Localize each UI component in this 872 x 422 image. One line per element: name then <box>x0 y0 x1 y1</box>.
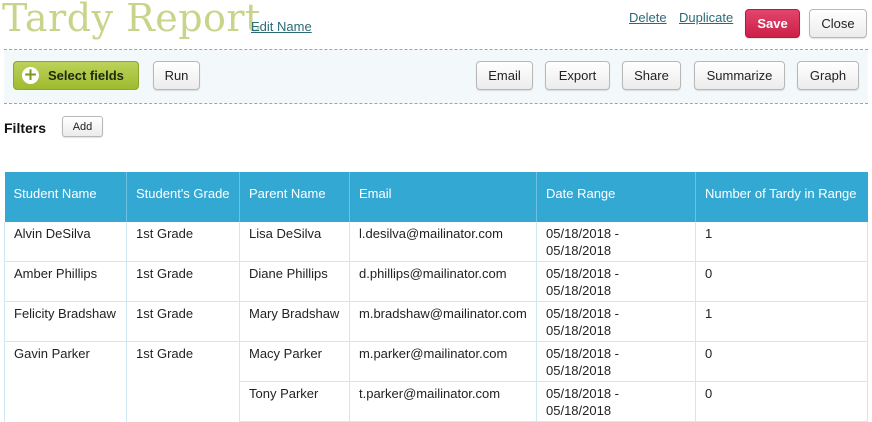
email-cell: m.parker@mailinator.com <box>349 341 537 382</box>
student-name-cell: Alvin DeSilva <box>4 222 127 262</box>
delete-link[interactable]: Delete <box>629 10 667 25</box>
table-header-row: Student Name Student's Grade Parent Name… <box>4 172 868 222</box>
student-name-cell: Amber Phillips <box>4 261 127 302</box>
parent-name-cell: Lisa DeSilva <box>239 222 350 262</box>
share-button[interactable]: Share <box>622 61 681 90</box>
parent-name-cell: Tony Parker <box>239 381 350 422</box>
parent-name-cell: Mary Bradshaw <box>239 301 350 342</box>
export-button[interactable]: Export <box>545 61 610 90</box>
edit-name-link[interactable]: Edit Name <box>251 19 312 34</box>
table-row: Gavin Parker 1st Grade Macy Parker m.par… <box>4 341 868 382</box>
student-name-cell: Gavin Parker <box>4 341 127 382</box>
tardy-count-cell: 1 <box>695 301 868 342</box>
parent-name-cell: Diane Phillips <box>239 261 350 302</box>
table-row: Alvin DeSilva 1st Grade Lisa DeSilva l.d… <box>4 222 868 262</box>
table-row: Tony Parker t.parker@mailinator.com 05/1… <box>4 381 868 422</box>
toolbar-top-divider <box>4 49 868 50</box>
close-button[interactable]: Close <box>809 9 867 38</box>
column-header-student-name[interactable]: Student Name <box>4 172 127 222</box>
student-grade-cell <box>126 381 240 422</box>
date-range-cell: 05/18/2018 - 05/18/2018 <box>536 381 696 422</box>
email-cell: l.desilva@mailinator.com <box>349 222 537 262</box>
tardy-count-cell: 0 <box>695 381 868 422</box>
filters-label: Filters <box>4 120 47 136</box>
student-name-cell <box>4 381 127 422</box>
page-title: Tardy Report <box>2 0 261 40</box>
save-button[interactable]: Save <box>745 9 800 38</box>
run-button[interactable]: Run <box>153 61 200 90</box>
add-filter-button[interactable]: Add <box>62 116 103 137</box>
select-fields-label: Select fields <box>48 68 124 83</box>
toolbar-bottom-divider <box>4 103 868 104</box>
email-cell: t.parker@mailinator.com <box>349 381 537 422</box>
email-cell: m.bradshaw@mailinator.com <box>349 301 537 342</box>
student-grade-cell: 1st Grade <box>126 341 240 382</box>
tardy-count-cell: 0 <box>695 341 868 382</box>
student-name-cell: Felicity Bradshaw <box>4 301 127 342</box>
tardy-count-cell: 1 <box>695 222 868 262</box>
tardy-count-cell: 0 <box>695 261 868 302</box>
date-range-cell: 05/18/2018 - 05/18/2018 <box>536 301 696 342</box>
table-row: Amber Phillips 1st Grade Diane Phillips … <box>4 261 868 302</box>
student-grade-cell: 1st Grade <box>126 222 240 262</box>
duplicate-link[interactable]: Duplicate <box>679 10 733 25</box>
graph-button[interactable]: Graph <box>797 61 859 90</box>
date-range-cell: 05/18/2018 - 05/18/2018 <box>536 261 696 302</box>
email-cell: d.phillips@mailinator.com <box>349 261 537 302</box>
summarize-button[interactable]: Summarize <box>694 61 785 90</box>
email-button[interactable]: Email <box>476 61 533 90</box>
parent-name-cell: Macy Parker <box>239 341 350 382</box>
report-table: Student Name Student's Grade Parent Name… <box>4 172 868 422</box>
table-row: Felicity Bradshaw 1st Grade Mary Bradsha… <box>4 301 868 342</box>
date-range-cell: 05/18/2018 - 05/18/2018 <box>536 222 696 262</box>
plus-circle-icon: + <box>22 65 39 85</box>
column-header-tardy-count[interactable]: Number of Tardy in Range <box>695 172 868 222</box>
column-header-student-grade[interactable]: Student's Grade <box>126 172 240 222</box>
date-range-cell: 05/18/2018 - 05/18/2018 <box>536 341 696 382</box>
column-header-email[interactable]: Email <box>349 172 537 222</box>
column-header-parent-name[interactable]: Parent Name <box>239 172 350 222</box>
column-header-date-range[interactable]: Date Range <box>536 172 696 222</box>
student-grade-cell: 1st Grade <box>126 301 240 342</box>
student-grade-cell: 1st Grade <box>126 261 240 302</box>
select-fields-button[interactable]: + Select fields <box>13 61 139 90</box>
